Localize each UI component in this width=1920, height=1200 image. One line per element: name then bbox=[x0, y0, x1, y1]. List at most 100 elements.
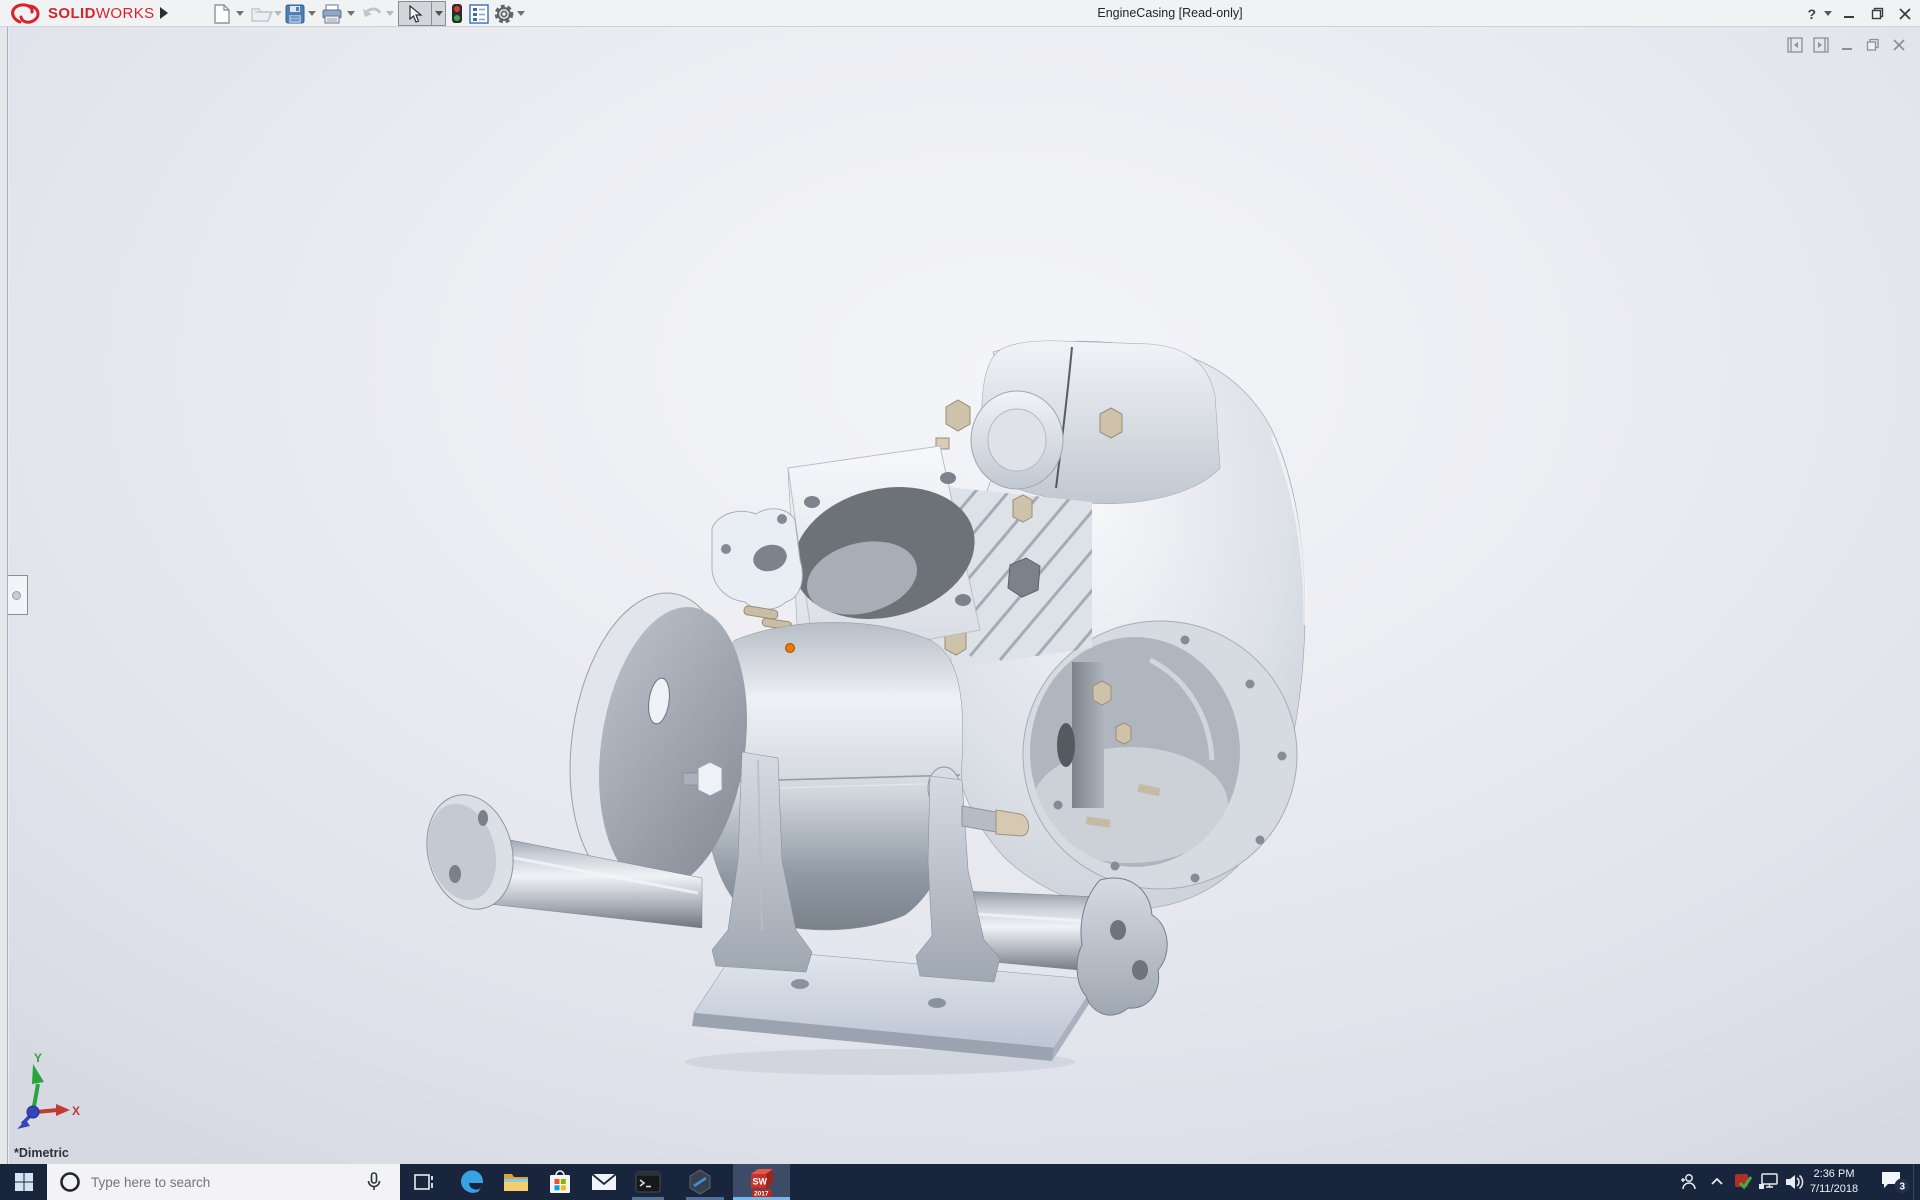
triad-origin bbox=[26, 1105, 40, 1119]
undo-dropdown[interactable] bbox=[386, 11, 394, 16]
base-hole bbox=[791, 979, 809, 989]
network-tray[interactable] bbox=[1756, 1164, 1782, 1200]
chevron-up-icon bbox=[1711, 1177, 1723, 1185]
file-explorer-icon bbox=[504, 1174, 528, 1191]
edge-button[interactable] bbox=[450, 1164, 494, 1200]
app-restore-button[interactable] bbox=[1866, 4, 1888, 24]
undo-arrow-icon bbox=[363, 7, 382, 17]
microphone-icon[interactable] bbox=[366, 1172, 382, 1192]
cortana-icon bbox=[60, 1172, 80, 1192]
open-dropdown[interactable] bbox=[274, 11, 282, 16]
new-document-dropdown[interactable] bbox=[236, 11, 244, 16]
print-button[interactable] bbox=[319, 1, 345, 26]
start-button[interactable] bbox=[0, 1164, 47, 1200]
command-prompt-icon bbox=[635, 1171, 661, 1193]
doc-restore-button[interactable] bbox=[1864, 36, 1881, 53]
new-document-icon bbox=[214, 3, 230, 24]
engine-casing-model bbox=[426, 340, 1307, 1075]
solidworks-app-button[interactable]: SW 2017 bbox=[740, 1164, 784, 1200]
document-window-controls bbox=[1786, 36, 1907, 53]
menu-expand-arrow[interactable] bbox=[160, 7, 168, 19]
app-minimize-button[interactable] bbox=[1838, 4, 1860, 24]
title-bar: SOLIDWORKS EngineCasing [Read-only] ? bbox=[0, 0, 1920, 27]
mail-button[interactable] bbox=[582, 1164, 626, 1200]
show-left-pane-button[interactable] bbox=[1786, 36, 1803, 53]
store-button[interactable] bbox=[538, 1164, 582, 1200]
tray-overflow-button[interactable] bbox=[1704, 1164, 1730, 1200]
undo-button[interactable] bbox=[359, 1, 385, 26]
restore-icon bbox=[1871, 7, 1883, 20]
fin-hex-plug bbox=[1007, 557, 1041, 598]
search-input[interactable] bbox=[91, 1174, 341, 1190]
doc-close-button[interactable] bbox=[1890, 36, 1907, 53]
x-axis-label: X bbox=[72, 1104, 80, 1118]
app-frame-edge bbox=[0, 27, 8, 1164]
cover-hex-nut bbox=[945, 399, 971, 432]
select-cursor-icon bbox=[409, 4, 423, 23]
solidworks-swirl-icon bbox=[11, 2, 40, 24]
solidworks-app-icon: SW 2017 bbox=[751, 1169, 773, 1198]
save-button[interactable] bbox=[282, 1, 308, 26]
print-dropdown[interactable] bbox=[347, 11, 355, 16]
show-desktop-strip[interactable] bbox=[1913, 1164, 1914, 1200]
flange-hole bbox=[1132, 960, 1148, 980]
windows-logo-icon bbox=[14, 1173, 33, 1191]
rebuild-traffic-light-button[interactable] bbox=[448, 1, 466, 26]
sw-check-icon bbox=[1735, 1174, 1753, 1190]
select-button[interactable] bbox=[398, 1, 432, 26]
command-prompt-button[interactable] bbox=[626, 1164, 670, 1200]
flange-hole bbox=[449, 865, 461, 883]
taskbar-search[interactable] bbox=[47, 1164, 400, 1200]
action-center-icon: 3 bbox=[1882, 1172, 1910, 1194]
show-right-pane-button[interactable] bbox=[1812, 36, 1829, 53]
edge-icon bbox=[460, 1170, 483, 1193]
tray-date: 7/11/2018 bbox=[1809, 1183, 1859, 1195]
task-view-button[interactable] bbox=[402, 1164, 446, 1200]
task-view-icon bbox=[414, 1174, 433, 1190]
network-icon bbox=[1759, 1173, 1778, 1189]
mail-icon bbox=[591, 1173, 617, 1190]
hexagon-app-button[interactable] bbox=[678, 1164, 722, 1200]
brand-secondary: WORKS bbox=[95, 5, 155, 22]
print-icon bbox=[322, 4, 342, 23]
traffic-light-icon bbox=[452, 4, 462, 23]
select-dropdown[interactable] bbox=[431, 1, 446, 26]
app-close-button[interactable] bbox=[1894, 4, 1916, 24]
base-hole bbox=[928, 998, 946, 1008]
save-dropdown[interactable] bbox=[308, 11, 316, 16]
help-dropdown[interactable] bbox=[1824, 11, 1832, 16]
feature-manager-collapsed-tab[interactable] bbox=[8, 575, 28, 615]
notification-badge: 3 bbox=[1900, 1182, 1906, 1193]
x-axis-arrow bbox=[56, 1104, 70, 1116]
save-floppy-icon bbox=[285, 4, 305, 23]
minimize-icon bbox=[1844, 15, 1854, 18]
people-icon bbox=[1681, 1174, 1696, 1190]
store-icon bbox=[550, 1170, 570, 1193]
solidworks-monitor-tray[interactable] bbox=[1730, 1164, 1756, 1200]
hexagon-app-icon bbox=[689, 1169, 711, 1195]
brand-primary: SOLID bbox=[48, 5, 96, 22]
file-explorer-button[interactable] bbox=[494, 1164, 538, 1200]
orientation-triad: Y X bbox=[17, 1051, 80, 1129]
new-document-button[interactable] bbox=[209, 1, 235, 26]
help-button[interactable]: ? bbox=[1805, 6, 1818, 22]
y-axis-label: Y bbox=[34, 1051, 42, 1065]
action-center-button[interactable]: 3 bbox=[1878, 1164, 1912, 1200]
pivot-nut bbox=[697, 761, 723, 797]
options-button[interactable] bbox=[491, 1, 517, 26]
options-dropdown[interactable] bbox=[517, 11, 525, 16]
open-folder-icon bbox=[251, 7, 273, 22]
graphics-area[interactable] bbox=[9, 27, 1920, 1164]
windows-taskbar: SW 2017 bbox=[0, 1164, 1920, 1200]
clock[interactable]: 2:36 PM 7/11/2018 bbox=[1802, 1167, 1866, 1197]
view-orientation-label: *Dimetric bbox=[14, 1146, 69, 1160]
people-button[interactable] bbox=[1674, 1164, 1700, 1200]
document-title: EngineCasing [Read-only] bbox=[1097, 6, 1243, 20]
close-icon bbox=[1899, 7, 1911, 20]
doc-minimize-button[interactable] bbox=[1838, 36, 1855, 53]
file-properties-button[interactable] bbox=[466, 1, 492, 26]
open-button[interactable] bbox=[249, 1, 275, 26]
gear-icon bbox=[494, 4, 514, 23]
flange-hole bbox=[478, 810, 488, 826]
flange-hole bbox=[1110, 920, 1126, 940]
